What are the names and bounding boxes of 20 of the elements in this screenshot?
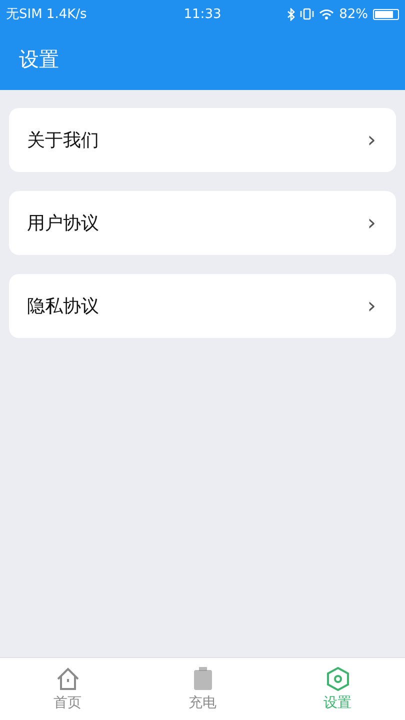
menu-item[interactable]: 隐私协议 › [9, 274, 396, 338]
menu-label: 关于我们 [27, 129, 100, 152]
menu-item[interactable]: 用户协议 › [9, 191, 396, 255]
menu-label: 隐私协议 [27, 295, 100, 318]
battery-icon [373, 8, 399, 20]
chevron-icon: › [367, 294, 376, 318]
menu-item[interactable]: 关于我们 › [9, 108, 396, 172]
wifi-icon [319, 8, 334, 20]
bluetooth-icon [287, 8, 296, 20]
tab-label: 充电 [188, 694, 216, 712]
clock: 11:33 [184, 6, 222, 22]
menu-label: 用户协议 [27, 212, 100, 235]
page-title: 设置 [19, 46, 59, 72]
tab-label: 设置 [324, 694, 352, 712]
battery-percent: 82% [339, 6, 368, 22]
vibrate-icon [300, 8, 314, 20]
tab-label: 首页 [54, 694, 82, 712]
chevron-icon: › [367, 210, 376, 236]
chevron-icon: › [367, 128, 376, 152]
carrier-status: 无SIM 1.4K/s [6, 6, 88, 23]
